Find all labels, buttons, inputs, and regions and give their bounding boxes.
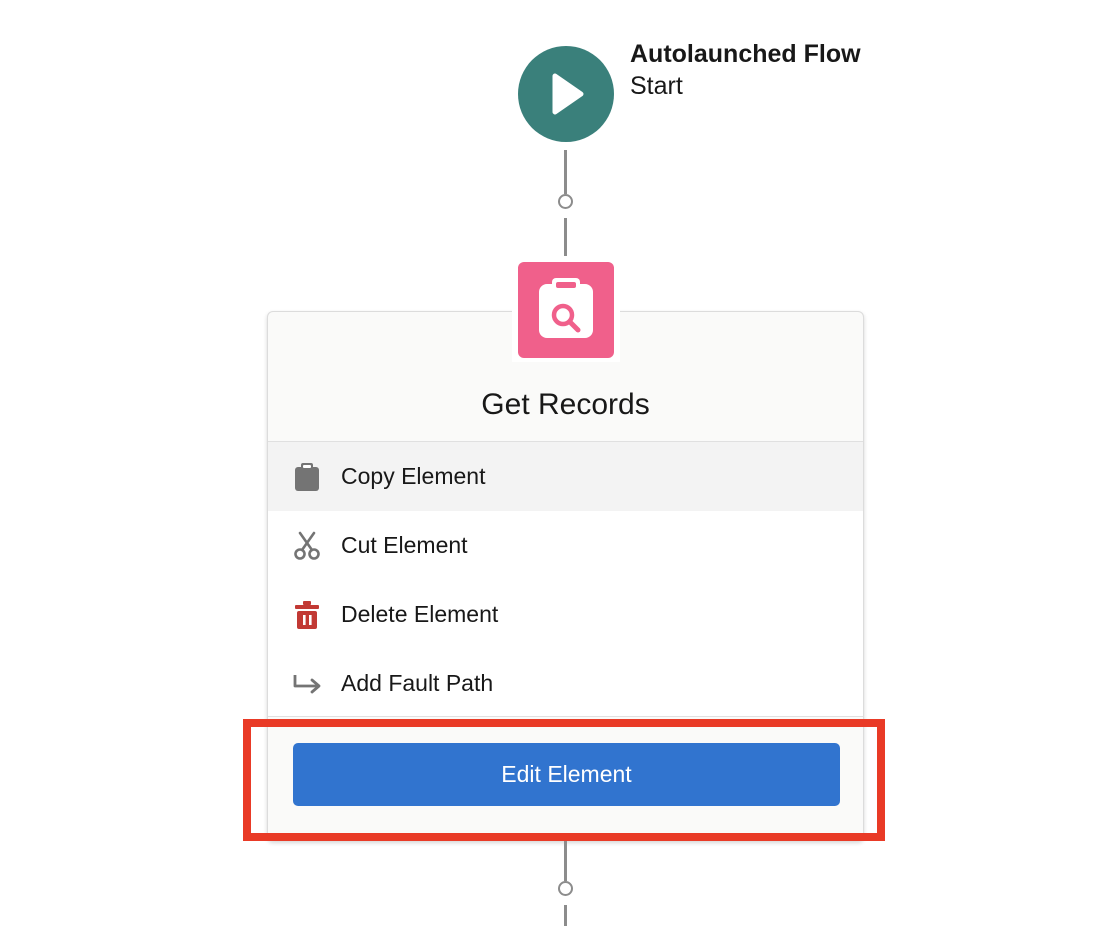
menu-item-label: Copy Element bbox=[341, 463, 486, 489]
play-icon bbox=[552, 73, 584, 115]
fault-path-arrow-icon bbox=[293, 675, 321, 694]
edit-element-button[interactable]: Edit Element bbox=[293, 743, 840, 806]
connector-line bbox=[564, 905, 567, 926]
menu-item-label: Add Fault Path bbox=[341, 670, 494, 696]
start-node[interactable] bbox=[518, 46, 614, 142]
menu-item-delete-element[interactable]: Delete Element bbox=[268, 580, 863, 649]
menu-item-label: Cut Element bbox=[341, 532, 468, 558]
get-records-element-card: Get Records Copy Element Cut Element Del… bbox=[267, 311, 864, 841]
element-action-menu: Copy Element Cut Element Delete Element bbox=[268, 441, 863, 717]
connector-line bbox=[564, 150, 567, 194]
start-node-title: Autolaunched Flow bbox=[630, 40, 861, 68]
add-element-connector[interactable] bbox=[558, 881, 573, 896]
start-node-subtitle: Start bbox=[630, 72, 683, 100]
get-records-element-icon[interactable] bbox=[518, 262, 614, 358]
clipboard-icon bbox=[295, 463, 319, 491]
menu-item-label: Delete Element bbox=[341, 601, 499, 627]
connector-line bbox=[564, 218, 567, 256]
trash-icon bbox=[295, 601, 319, 629]
menu-item-copy-element[interactable]: Copy Element bbox=[268, 442, 863, 511]
element-title: Get Records bbox=[481, 388, 650, 421]
scissors-icon bbox=[294, 531, 320, 560]
clipboard-search-icon bbox=[539, 278, 593, 338]
menu-item-add-fault-path[interactable]: Add Fault Path bbox=[268, 649, 863, 718]
menu-item-cut-element[interactable]: Cut Element bbox=[268, 511, 863, 580]
add-element-connector[interactable] bbox=[558, 194, 573, 209]
connector-line bbox=[564, 841, 567, 881]
